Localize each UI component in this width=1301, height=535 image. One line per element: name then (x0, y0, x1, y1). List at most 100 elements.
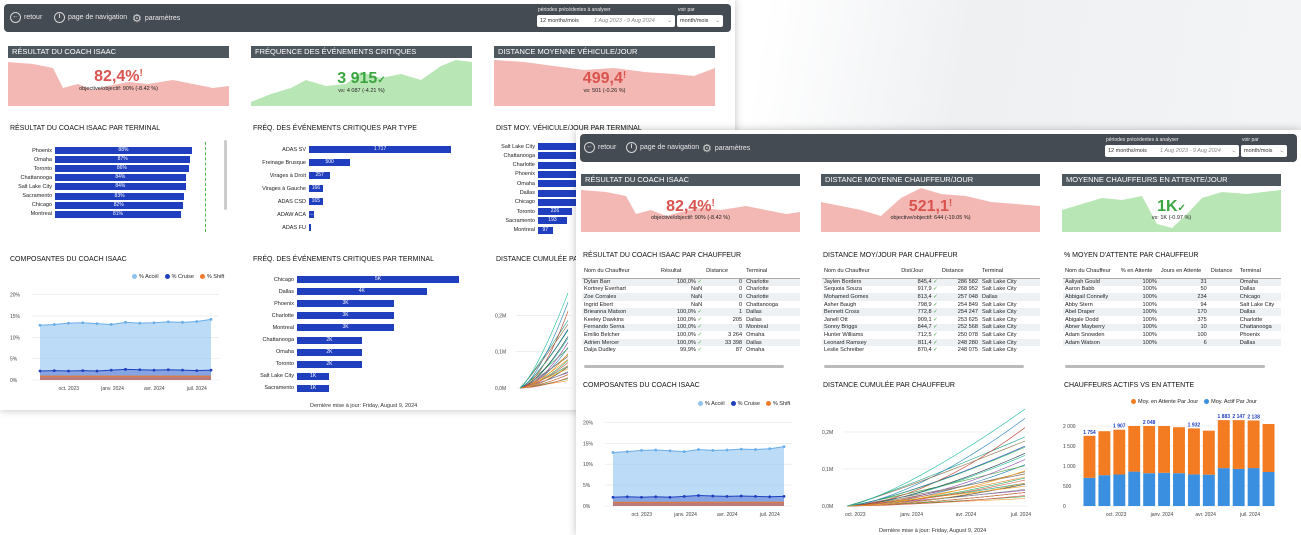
terminal-bar-row[interactable]: Chicago 82% (10, 201, 183, 209)
event-terminal-bar-row[interactable]: Chicago 5K (253, 276, 459, 283)
table-row[interactable]: Sonny Briggs 844,7 ✓ 252 568 Salt Lake City (822, 323, 1040, 332)
table-row[interactable]: Abigale Dodd 100% 375 Charlotte (1063, 316, 1281, 324)
scrollbar[interactable] (224, 140, 227, 210)
column-header[interactable]: Terminal (744, 264, 800, 279)
event-terminal-bar-row[interactable]: Dallas 4K (253, 288, 427, 296)
event-terminal-bar-row[interactable]: Salt Lake City 1K (253, 372, 330, 380)
bar[interactable]: 87% (55, 156, 191, 164)
navigation-page-button[interactable]: i page de navigation (54, 12, 127, 23)
legend-item-shift[interactable]: % Shift (765, 401, 790, 407)
bar[interactable]: 4K (297, 288, 427, 296)
dist-bar-row[interactable]: Omaha (498, 180, 579, 188)
table-row[interactable]: Janell Ott 909,1 ✓ 253 625 Salt Lake City (822, 316, 1040, 324)
legend-item-accel[interactable]: % Accél (698, 401, 725, 407)
table-row[interactable]: Jaylen Borders 845,4 ✓ 286 582 Salt Lake Ci… (822, 278, 1040, 286)
dist-bar-row[interactable]: Dallas (498, 189, 577, 197)
terminal-bar-row[interactable]: Toronto 86% (10, 165, 189, 173)
event-type-bar-row[interactable]: ADAS CSD 165 (253, 198, 323, 205)
view-by-select[interactable]: month/mois ⌄ (1241, 145, 1287, 157)
column-header[interactable]: Distance (704, 264, 745, 279)
table-row[interactable]: Adrien Mercer 100,0% ✓ 33 398 Dallas (582, 338, 800, 347)
column-header[interactable]: Dist/Jour (899, 264, 940, 279)
terminal-bar-row[interactable]: Salt Lake City 84% (10, 183, 186, 191)
bar[interactable]: 1K (297, 372, 330, 380)
event-type-bar-row[interactable]: Virages à Gauche 166 (253, 185, 323, 192)
bar[interactable]: 83% (55, 192, 185, 200)
bar[interactable]: 2K (297, 336, 362, 344)
bar[interactable] (538, 198, 576, 206)
table-row[interactable]: Adam Snowden 100% 100 Phoenix (1063, 331, 1281, 339)
navigation-page-button[interactable]: i page de navigation (626, 142, 699, 153)
column-header[interactable]: Nom du Chauffeur (582, 264, 659, 279)
table-row[interactable]: Abbigail Connelly 100% 234 Chicago (1063, 293, 1281, 301)
bar[interactable]: 84% (55, 183, 186, 191)
event-terminal-bar-row[interactable]: Charlotte 3K (253, 312, 395, 320)
table-row[interactable]: Aaron Babb 100% 50 Dallas (1063, 286, 1281, 294)
column-header[interactable]: Nom du Chauffeur (822, 264, 900, 279)
period-select[interactable]: 12 months/mois 1 Aug 2023 - 9 Aug 2024 ⌄ (1105, 145, 1239, 157)
bar[interactable]: 1 717 (309, 146, 451, 153)
legend-item-waiting[interactable]: Moy. en Attente Par Jour (1131, 399, 1198, 405)
column-header[interactable]: Jours en Attente (1158, 264, 1209, 279)
event-terminal-bar-row[interactable]: Montreal 3K (253, 324, 395, 332)
column-header[interactable]: Nom du Chauffeur (1063, 264, 1119, 279)
event-terminal-bar-row[interactable]: Sacramento 1K (253, 384, 330, 392)
event-type-bar-row[interactable]: Freinage Brusque 500 (253, 159, 351, 166)
dist-bar-row[interactable]: Chicago (498, 198, 576, 206)
back-button[interactable]: ← retour (10, 12, 42, 23)
bar[interactable]: ... (309, 211, 314, 218)
table-row[interactable]: Bennett Cross 772,8 ✓ 254 247 Salt Lake Cit… (822, 308, 1040, 316)
settings-button[interactable]: ⚙ paramètres (132, 12, 180, 25)
table-row[interactable]: Dalja Dudley 99,9% ✓ 87 Omaha (582, 346, 800, 354)
table-row[interactable]: Abel Draper 100% 170 Dallas (1063, 308, 1281, 316)
table-row[interactable]: Asher Baugh 798,9 ✓ 254 849 Salt Lake City (822, 301, 1040, 309)
bar[interactable]: 1K (297, 384, 330, 392)
table-row[interactable]: Mohamed Gomes 813,4 ✓ 257 048 Dallas (822, 293, 1040, 301)
table-row[interactable]: Dylan Barr 100,0% ✓ 0 Charlotte (582, 278, 800, 286)
event-terminal-bar-row[interactable]: Chattanooga 2K (253, 336, 362, 344)
bar[interactable]: 86% (55, 165, 189, 173)
event-type-bar-row[interactable]: ADAS FU (253, 224, 311, 231)
terminal-bar-row[interactable]: Montreal 81% (10, 210, 181, 218)
table-row[interactable]: Zoe Corrales NaN 0 Charlotte (582, 293, 800, 301)
column-header[interactable]: % en Attente (1118, 264, 1159, 279)
table-row[interactable]: Emilio Belcher 100,0% ✓ 3 264 Omaha (582, 331, 800, 339)
table-row[interactable]: Leslie Schreiber 870,4 ✓ 248 075 Salt Lake … (822, 346, 1040, 354)
column-header[interactable]: Terminal (1237, 264, 1281, 279)
dist-bar-row[interactable]: Toronto 226 (498, 208, 572, 216)
bar[interactable] (309, 224, 311, 231)
column-header[interactable]: Terminal (980, 264, 1040, 279)
table-row[interactable]: Hunter Williams 712,5 ✓ 250 078 Salt Lake C… (822, 331, 1040, 339)
column-header[interactable]: Distance (939, 264, 980, 279)
legend-item-shift[interactable]: % Shift (199, 274, 224, 280)
scrollbar[interactable] (1065, 365, 1265, 368)
legend-item-active[interactable]: Moy. Actif Par Jour (1204, 399, 1257, 405)
dist-bar-row[interactable]: Salt Lake City (498, 143, 586, 150)
column-header[interactable]: Résultat (658, 264, 705, 279)
event-terminal-bar-row[interactable]: Toronto 2K (253, 360, 362, 368)
scrollbar[interactable] (584, 365, 784, 368)
settings-button[interactable]: ⚙ paramètres (702, 142, 750, 155)
bar[interactable]: 3K (297, 324, 395, 332)
terminal-bar-row[interactable]: Sacramento 83% (10, 192, 185, 200)
table-row[interactable]: Sequoia Souza 917,9 ✓ 268 952 Salt Lake Cit… (822, 286, 1040, 294)
terminal-bar-row[interactable]: Phoenix 88% (10, 147, 192, 154)
table-row[interactable]: Aaliyah Gould 100% 31 Omaha (1063, 278, 1281, 286)
view-by-select[interactable]: month/mois ⌄ (677, 15, 723, 27)
bar[interactable]: 3K (297, 300, 395, 308)
bar[interactable]: 81% (55, 210, 181, 218)
period-select[interactable]: 12 months/mois 1 Aug 2023 - 9 Aug 2024 ⌄ (537, 15, 675, 27)
bar[interactable]: 84% (55, 174, 186, 182)
bar[interactable] (538, 161, 582, 169)
table-row[interactable]: Fernando Serna 100,0% ✓ 0 Montreal (582, 323, 800, 332)
legend-item-cruise[interactable]: % Cruise (164, 274, 194, 280)
dist-bar-row[interactable]: Sacramento 193 (498, 217, 567, 225)
table-row[interactable]: Leonard Ramsey 811,4 ✓ 248 280 Salt Lake Ci… (822, 338, 1040, 347)
table-row[interactable]: Ingrid Ebert NaN 0 Chattanooga (582, 301, 800, 309)
bar[interactable] (538, 180, 579, 188)
bar[interactable]: 226 (538, 208, 572, 216)
column-header[interactable]: Distance (1208, 264, 1238, 279)
table-row[interactable]: Abby Stern 100% 94 Salt Lake City (1063, 301, 1281, 309)
terminal-bar-row[interactable]: Omaha 87% (10, 156, 191, 164)
event-type-bar-row[interactable]: ADAW ACA... (253, 211, 314, 218)
